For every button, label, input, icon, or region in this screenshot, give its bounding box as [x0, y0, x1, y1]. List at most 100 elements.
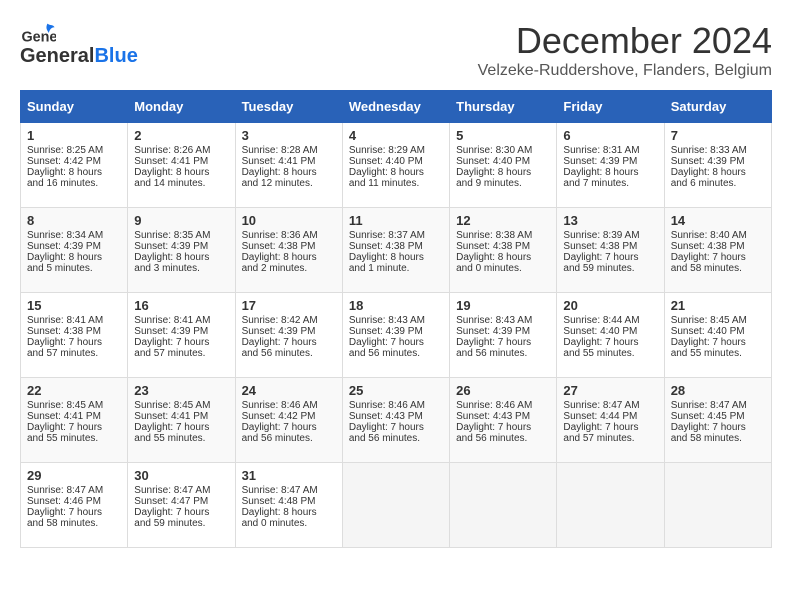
- sunset-text: Sunset: 4:39 PM: [134, 241, 228, 252]
- title-section: December 2024 Velzeke-Ruddershove, Fland…: [478, 20, 772, 80]
- day-number: 12: [456, 213, 550, 228]
- sunset-text: Sunset: 4:40 PM: [456, 156, 550, 167]
- day-number: 18: [349, 298, 443, 313]
- sunset-text: Sunset: 4:41 PM: [242, 156, 336, 167]
- day-cell: 19Sunrise: 8:43 AMSunset: 4:39 PMDayligh…: [450, 293, 557, 378]
- logo-blue: Blue: [94, 45, 137, 67]
- sunset-text: Sunset: 4:46 PM: [27, 496, 121, 507]
- daylight-text: Daylight: 7 hours and 58 minutes.: [671, 422, 765, 444]
- sunrise-text: Sunrise: 8:26 AM: [134, 145, 228, 156]
- sunrise-text: Sunrise: 8:47 AM: [563, 400, 657, 411]
- daylight-text: Daylight: 7 hours and 56 minutes.: [242, 337, 336, 359]
- sunset-text: Sunset: 4:45 PM: [671, 411, 765, 422]
- sunrise-text: Sunrise: 8:43 AM: [349, 315, 443, 326]
- sunrise-text: Sunrise: 8:41 AM: [134, 315, 228, 326]
- sunrise-text: Sunrise: 8:29 AM: [349, 145, 443, 156]
- col-header-monday: Monday: [128, 91, 235, 123]
- sunrise-text: Sunrise: 8:34 AM: [27, 230, 121, 241]
- daylight-text: Daylight: 8 hours and 12 minutes.: [242, 167, 336, 189]
- sunrise-text: Sunrise: 8:44 AM: [563, 315, 657, 326]
- day-cell: 10Sunrise: 8:36 AMSunset: 4:38 PMDayligh…: [235, 208, 342, 293]
- sunrise-text: Sunrise: 8:37 AM: [349, 230, 443, 241]
- day-cell: 9Sunrise: 8:35 AMSunset: 4:39 PMDaylight…: [128, 208, 235, 293]
- day-cell: 29Sunrise: 8:47 AMSunset: 4:46 PMDayligh…: [21, 463, 128, 548]
- day-number: 31: [242, 468, 336, 483]
- day-cell: 18Sunrise: 8:43 AMSunset: 4:39 PMDayligh…: [342, 293, 449, 378]
- sunset-text: Sunset: 4:38 PM: [456, 241, 550, 252]
- sunset-text: Sunset: 4:38 PM: [671, 241, 765, 252]
- svg-text:General: General: [21, 30, 56, 46]
- day-cell: 24Sunrise: 8:46 AMSunset: 4:42 PMDayligh…: [235, 378, 342, 463]
- sunset-text: Sunset: 4:39 PM: [134, 326, 228, 337]
- sunrise-text: Sunrise: 8:33 AM: [671, 145, 765, 156]
- sunrise-text: Sunrise: 8:41 AM: [27, 315, 121, 326]
- day-number: 1: [27, 128, 121, 143]
- day-number: 8: [27, 213, 121, 228]
- day-cell: 13Sunrise: 8:39 AMSunset: 4:38 PMDayligh…: [557, 208, 664, 293]
- day-number: 13: [563, 213, 657, 228]
- day-cell: 5Sunrise: 8:30 AMSunset: 4:40 PMDaylight…: [450, 123, 557, 208]
- day-number: 28: [671, 383, 765, 398]
- daylight-text: Daylight: 8 hours and 16 minutes.: [27, 167, 121, 189]
- daylight-text: Daylight: 7 hours and 57 minutes.: [134, 337, 228, 359]
- sunset-text: Sunset: 4:40 PM: [563, 326, 657, 337]
- day-number: 11: [349, 213, 443, 228]
- day-cell: [450, 463, 557, 548]
- col-header-sunday: Sunday: [21, 91, 128, 123]
- sunrise-text: Sunrise: 8:47 AM: [242, 485, 336, 496]
- day-number: 3: [242, 128, 336, 143]
- daylight-text: Daylight: 8 hours and 0 minutes.: [242, 507, 336, 529]
- day-number: 27: [563, 383, 657, 398]
- sunset-text: Sunset: 4:39 PM: [456, 326, 550, 337]
- daylight-text: Daylight: 8 hours and 9 minutes.: [456, 167, 550, 189]
- day-number: 21: [671, 298, 765, 313]
- day-cell: [557, 463, 664, 548]
- day-cell: 23Sunrise: 8:45 AMSunset: 4:41 PMDayligh…: [128, 378, 235, 463]
- sunset-text: Sunset: 4:47 PM: [134, 496, 228, 507]
- daylight-text: Daylight: 8 hours and 0 minutes.: [456, 252, 550, 274]
- sunrise-text: Sunrise: 8:36 AM: [242, 230, 336, 241]
- day-cell: 28Sunrise: 8:47 AMSunset: 4:45 PMDayligh…: [664, 378, 771, 463]
- sunset-text: Sunset: 4:39 PM: [27, 241, 121, 252]
- sunrise-text: Sunrise: 8:45 AM: [671, 315, 765, 326]
- sunset-text: Sunset: 4:40 PM: [349, 156, 443, 167]
- day-number: 30: [134, 468, 228, 483]
- day-number: 29: [27, 468, 121, 483]
- sunset-text: Sunset: 4:39 PM: [671, 156, 765, 167]
- sunset-text: Sunset: 4:38 PM: [563, 241, 657, 252]
- day-number: 22: [27, 383, 121, 398]
- day-cell: 4 Sunrise: 8:29 AMSunset: 4:40 PMDaylight…: [342, 123, 449, 208]
- sunrise-text: Sunrise: 8:35 AM: [134, 230, 228, 241]
- logo-general: General: [20, 45, 94, 67]
- sunset-text: Sunset: 4:42 PM: [242, 411, 336, 422]
- sunrise-text: Sunrise: 8:43 AM: [456, 315, 550, 326]
- sunrise-text: Sunrise: 8:45 AM: [27, 400, 121, 411]
- daylight-text: Daylight: 7 hours and 59 minutes.: [563, 252, 657, 274]
- sunrise-text: Sunrise: 8:30 AM: [456, 145, 550, 156]
- day-number: 9: [134, 213, 228, 228]
- sunset-text: Sunset: 4:39 PM: [242, 326, 336, 337]
- daylight-text: Daylight: 7 hours and 55 minutes.: [27, 422, 121, 444]
- day-number: 26: [456, 383, 550, 398]
- daylight-text: Daylight: 7 hours and 58 minutes.: [671, 252, 765, 274]
- daylight-text: Daylight: 8 hours and 1 minute.: [349, 252, 443, 274]
- daylight-text: Daylight: 7 hours and 57 minutes.: [563, 422, 657, 444]
- day-cell: 27Sunrise: 8:47 AMSunset: 4:44 PMDayligh…: [557, 378, 664, 463]
- day-cell: 14Sunrise: 8:40 AMSunset: 4:38 PMDayligh…: [664, 208, 771, 293]
- sunrise-text: Sunrise: 8:45 AM: [134, 400, 228, 411]
- daylight-text: Daylight: 7 hours and 56 minutes.: [349, 337, 443, 359]
- sunset-text: Sunset: 4:40 PM: [671, 326, 765, 337]
- day-number: 4: [349, 128, 443, 143]
- day-cell: 16Sunrise: 8:41 AMSunset: 4:39 PMDayligh…: [128, 293, 235, 378]
- daylight-text: Daylight: 7 hours and 58 minutes.: [27, 507, 121, 529]
- day-number: 19: [456, 298, 550, 313]
- month-title: December 2024: [478, 20, 772, 62]
- location-title: Velzeke-Ruddershove, Flanders, Belgium: [478, 62, 772, 80]
- daylight-text: Daylight: 8 hours and 6 minutes.: [671, 167, 765, 189]
- day-number: 20: [563, 298, 657, 313]
- daylight-text: Daylight: 8 hours and 11 minutes.: [349, 167, 443, 189]
- sunset-text: Sunset: 4:43 PM: [349, 411, 443, 422]
- sunrise-text: Sunrise: 8:46 AM: [242, 400, 336, 411]
- day-cell: [664, 463, 771, 548]
- day-number: 14: [671, 213, 765, 228]
